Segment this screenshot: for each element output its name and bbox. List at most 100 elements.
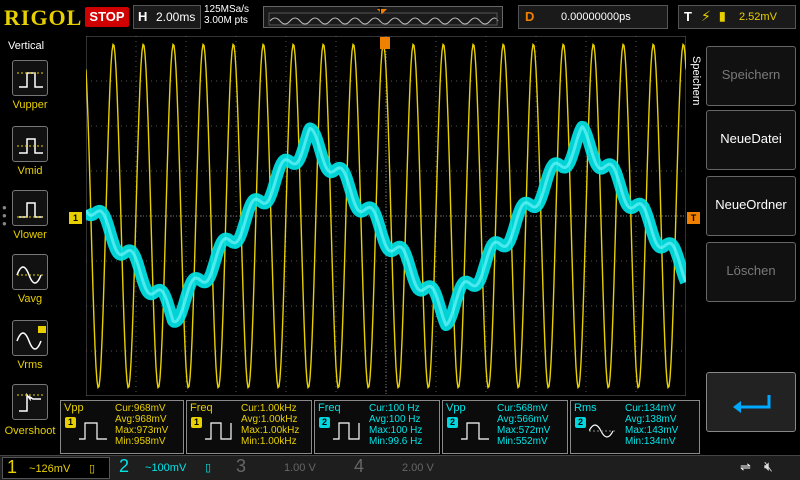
memory-waveform-icon <box>268 9 499 26</box>
channel-badge: 2 <box>575 417 586 428</box>
measure-name: Freq <box>318 402 341 414</box>
avg-value: Avg:100 Hz <box>369 414 421 425</box>
channel-badge: 1 <box>65 417 76 428</box>
channel-2-status[interactable]: 2 ~100mV ▯ <box>115 456 223 479</box>
pulse-measure-icon <box>461 422 489 440</box>
vupper-label: Vupper <box>12 99 48 111</box>
trigger-position-marker: T <box>378 6 383 15</box>
rising-edge-icon: ⚡︎ <box>701 8 711 24</box>
min-value: Min:134mV <box>625 436 676 447</box>
delay-key: D <box>525 9 535 24</box>
cur-value: Cur:568mV <box>497 403 548 414</box>
speichern-button[interactable]: Speichern <box>706 46 796 106</box>
channel-3-status[interactable]: 3 1.00 V <box>232 456 340 479</box>
neue-datei-label: NeueDatei <box>720 131 782 146</box>
vmid-label: Vmid <box>17 165 43 177</box>
cur-value: Cur:968mV <box>115 403 166 414</box>
trigger-level-marker[interactable]: T <box>687 212 700 224</box>
delay-value: 0.00000000ps <box>561 11 631 23</box>
measurement-vpp-ch1[interactable]: Vpp 1 Cur:968mV Avg:968mV Max:973mV Min:… <box>60 400 184 454</box>
measure-name: Vpp <box>64 402 84 414</box>
run-stop-status[interactable]: STOP <box>85 7 129 27</box>
waveform-display[interactable] <box>86 36 686 396</box>
scale-value: 1.00 V <box>284 462 316 474</box>
vavg-button[interactable] <box>12 254 48 290</box>
speichern-label: Speichern <box>721 67 781 82</box>
min-value: Min:552mV <box>497 436 548 447</box>
neue-ordner-label: NeueOrdner <box>715 197 787 212</box>
memory-depth: 3.00M pts <box>204 15 248 26</box>
pulse-measure-icon <box>79 422 107 440</box>
grid-lines <box>86 36 686 396</box>
trigger-source-icon: ▮ <box>719 9 726 23</box>
channel-number: 3 <box>236 456 247 476</box>
channel-4-status[interactable]: 4 2.00 V <box>350 456 458 479</box>
measurement-vpp-ch2[interactable]: Vpp 2 Cur:568mV Avg:566mV Max:572mV Min:… <box>442 400 568 454</box>
vmid-button[interactable] <box>12 126 48 162</box>
channel-badge: 1 <box>191 417 202 428</box>
measure-values: Cur:100 Hz Avg:100 Hz Max:100 Hz Min:99.… <box>369 403 422 447</box>
channel-number: 2 <box>119 456 130 476</box>
back-button[interactable] <box>706 372 796 432</box>
sample-rate: 125MSa/s <box>204 4 250 15</box>
vrms-measure-icon <box>16 326 46 350</box>
vlower-label: Vlower <box>13 229 47 241</box>
frequency-measure-icon <box>205 422 232 440</box>
min-value: Min:1.00kHz <box>241 436 297 447</box>
min-value: Min:958mV <box>115 436 166 447</box>
channel-scale: ~100mV <box>145 462 186 474</box>
vupper-measure-icon <box>17 72 45 88</box>
memory-position-bar[interactable]: T <box>263 6 503 28</box>
avg-value: Avg:138mV <box>625 414 677 425</box>
measurement-rms-ch2[interactable]: Rms 2 Cur:134mV Avg:138mV Max:143mV Min:… <box>570 400 700 454</box>
measure-values: Cur:568mV Avg:566mV Max:572mV Min:552mV <box>497 403 550 447</box>
neue-datei-button[interactable]: NeueDatei <box>706 110 796 170</box>
avg-value: Avg:968mV <box>115 414 167 425</box>
save-menu-title: Speichern <box>690 56 702 106</box>
vertical-panel-title: Vertical <box>8 40 45 52</box>
vlower-button[interactable] <box>12 190 48 226</box>
ch1-offset-marker[interactable]: 1 <box>69 212 82 224</box>
channel-badge: 2 <box>319 417 330 428</box>
vavg-label: Vavg <box>17 293 43 305</box>
vrms-button[interactable] <box>12 320 48 356</box>
channel-1-status[interactable]: 1 ~126mV ▯ <box>2 457 110 479</box>
cur-value: Cur:1.00kHz <box>241 403 297 414</box>
trigger-time-marker[interactable] <box>380 37 390 49</box>
delay-box[interactable]: D 0.00000000ps <box>518 5 668 29</box>
trigger-box[interactable]: T ⚡︎ ▮ 2.52mV <box>678 5 796 29</box>
channel-number: 4 <box>354 456 365 476</box>
max-value: Max:143mV <box>625 425 679 436</box>
max-value: Max:973mV <box>115 425 169 436</box>
vupper-button[interactable] <box>12 60 48 96</box>
loeschen-label: Löschen <box>726 263 776 278</box>
measurement-freq-ch2[interactable]: Freq 2 Cur:100 Hz Avg:100 Hz Max:100 Hz … <box>314 400 440 454</box>
overshoot-label: Overshoot <box>4 425 56 437</box>
rigol-logo: RIGOL <box>4 5 83 30</box>
measure-name: Rms <box>574 402 597 414</box>
min-value: Min:99.6 Hz <box>369 436 423 447</box>
timebase-value: 2.00ms <box>156 10 196 24</box>
measure-values: Cur:1.00kHz Avg:1.00kHz Max:1.00kHz Min:… <box>241 403 299 447</box>
scale-value: 126mV <box>35 463 71 475</box>
sound-mute-icon[interactable]: 🔇︎ <box>764 458 773 475</box>
neue-ordner-button[interactable]: NeueOrdner <box>706 176 796 236</box>
rms-measure-icon <box>589 424 617 438</box>
vrms-label: Vrms <box>17 359 43 371</box>
avg-value: Avg:566mV <box>497 414 549 425</box>
scale-value: 2.00 V <box>402 462 434 474</box>
vavg-measure-icon <box>16 266 45 284</box>
channel-number: 1 <box>7 457 18 477</box>
frequency-measure-icon <box>333 422 360 440</box>
vmid-measure-icon <box>17 138 45 154</box>
timebase-box[interactable]: H 2.00ms <box>133 5 201 29</box>
measure-values: Cur:134mV Avg:138mV Max:143mV Min:134mV <box>625 403 678 447</box>
loeschen-button[interactable]: Löschen <box>706 242 796 302</box>
usb-icon: ⇌ <box>740 459 751 474</box>
acquisition-info: 125MSa/s 3.00M pts <box>204 4 249 26</box>
overshoot-button[interactable] <box>12 384 48 420</box>
measure-name: Freq <box>190 402 213 414</box>
scale-value: 100mV <box>151 462 187 474</box>
vlower-measure-icon <box>17 202 45 218</box>
measurement-freq-ch1[interactable]: Freq 1 Cur:1.00kHz Avg:1.00kHz Max:1.00k… <box>186 400 312 454</box>
